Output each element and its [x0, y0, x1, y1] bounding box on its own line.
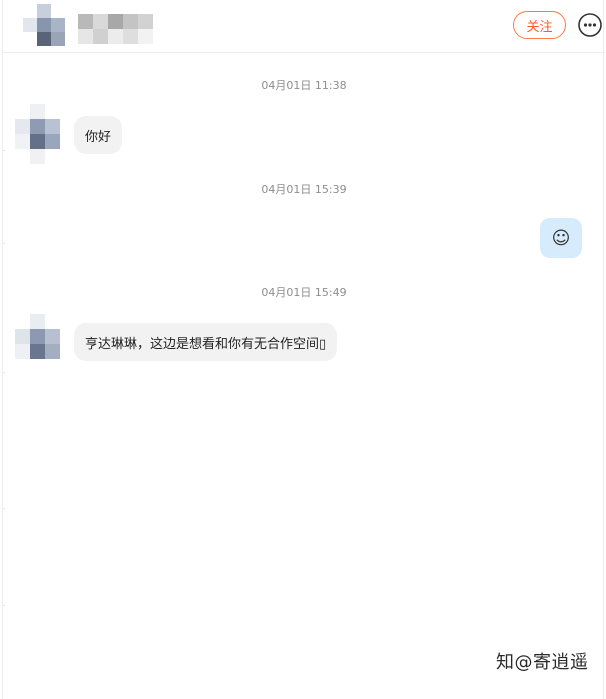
chat-header: 关注	[3, 0, 605, 53]
incoming-message-bubble[interactable]: 你好	[74, 116, 123, 154]
edge-tick	[3, 243, 5, 244]
message-timestamp: 04月01日 15:39	[261, 183, 347, 196]
edge-tick	[3, 150, 5, 151]
message-timestamp: 04月01日 15:49	[261, 286, 347, 299]
sender-avatar[interactable]	[15, 314, 60, 359]
contact-name	[78, 14, 153, 44]
edge-tick	[3, 372, 5, 373]
edge-tick	[3, 605, 5, 606]
outgoing-message-bubble[interactable]: ☺	[540, 218, 582, 258]
chat-window: 关注 04月01日 11:38 你好 04月01日 15:39 ☺ 04月01日…	[2, 0, 605, 699]
message-timestamp: 04月01日 11:38	[261, 79, 347, 92]
more-icon[interactable]	[577, 12, 603, 38]
incoming-message-bubble[interactable]: 亨达琳琳，这边是想看和你有无合作空间▯	[74, 323, 338, 361]
follow-button[interactable]: 关注	[513, 11, 566, 39]
watermark: 知@寄逍遥	[496, 652, 589, 673]
smiley-emoji-icon: ☺	[551, 227, 571, 249]
sender-avatar[interactable]	[15, 104, 60, 164]
contact-avatar[interactable]	[23, 4, 65, 46]
edge-tick	[3, 508, 5, 509]
